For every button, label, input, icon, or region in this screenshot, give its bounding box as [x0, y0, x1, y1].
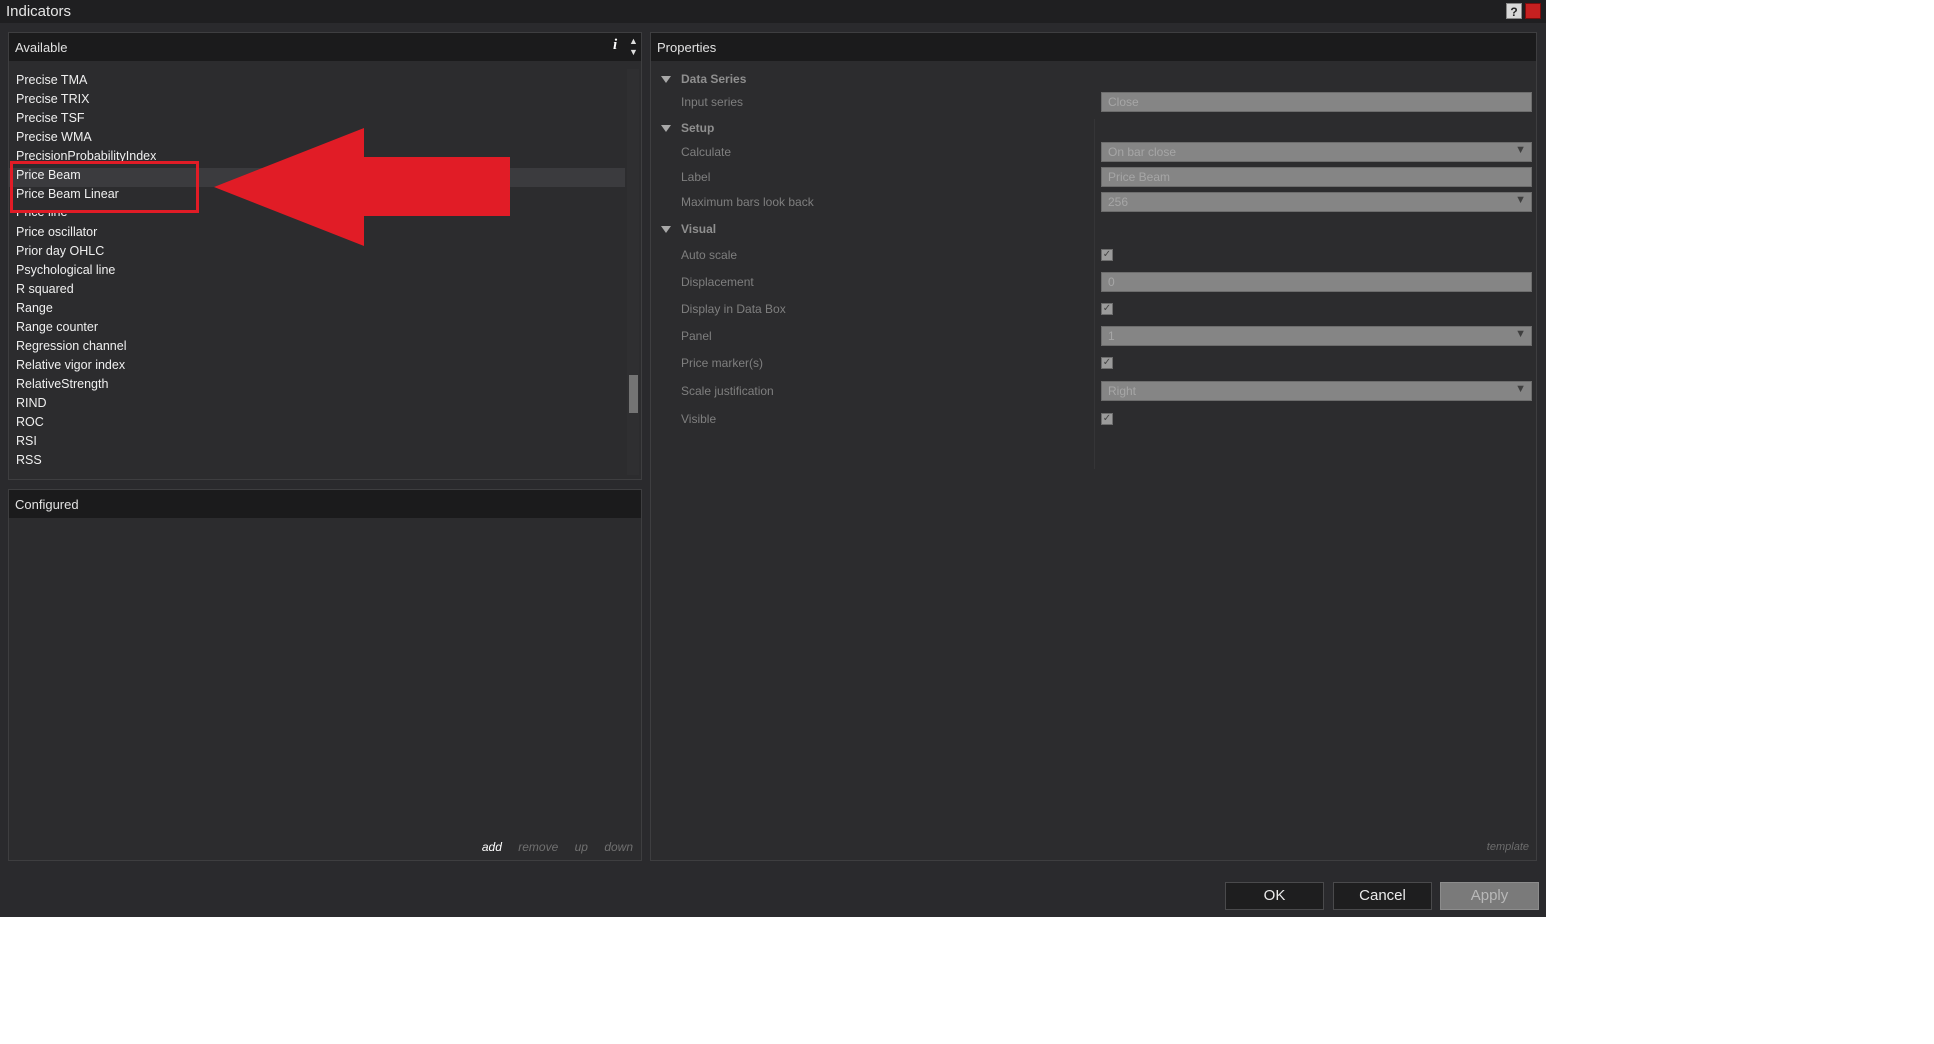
- list-scrollbar[interactable]: [627, 69, 639, 475]
- column-divider[interactable]: [1094, 119, 1095, 469]
- group-setup[interactable]: Setup: [661, 121, 714, 135]
- arrow-shape: [214, 128, 510, 246]
- displacement-label: Displacement: [681, 275, 754, 289]
- max-bars-label: Maximum bars look back: [681, 195, 814, 209]
- group-data-series[interactable]: Data Series: [661, 72, 746, 86]
- list-item[interactable]: Precise WMA: [16, 130, 92, 149]
- group-label: Visual: [681, 222, 717, 236]
- close-button[interactable]: [1525, 3, 1541, 19]
- list-item[interactable]: RSS: [16, 453, 42, 472]
- max-bars-select[interactable]: 256 ▼: [1101, 192, 1532, 212]
- price-markers-label: Price marker(s): [681, 356, 764, 370]
- chevron-down-icon: ▼: [1515, 328, 1526, 340]
- configured-actions: add remove up down: [469, 840, 633, 854]
- list-item[interactable]: Price oscillator: [16, 225, 97, 244]
- max-bars-value: 256: [1108, 195, 1129, 209]
- label-value: Price Beam: [1108, 170, 1171, 184]
- panel-value: 1: [1108, 329, 1115, 343]
- apply-button[interactable]: Apply: [1440, 882, 1539, 910]
- list-item[interactable]: RSI: [16, 434, 37, 453]
- configured-header: Configured: [9, 490, 641, 518]
- configured-title: Configured: [15, 497, 79, 512]
- input-series-label: Input series: [681, 95, 744, 109]
- collapse-triangle-icon[interactable]: [661, 76, 671, 84]
- chevron-down-icon: ▼: [1515, 194, 1526, 206]
- visible-checkbox[interactable]: ✓: [1101, 413, 1113, 425]
- auto-scale-label: Auto scale: [681, 248, 738, 262]
- auto-scale-checkbox[interactable]: ✓: [1101, 249, 1113, 261]
- sort-arrows-icon[interactable]: ▲ ▼: [629, 36, 638, 58]
- up-link[interactable]: up: [575, 840, 588, 854]
- properties-header: Properties: [651, 33, 1536, 61]
- label-field[interactable]: Price Beam: [1101, 167, 1532, 187]
- help-button[interactable]: ?: [1506, 3, 1522, 19]
- label-label: Label: [681, 170, 711, 184]
- calculate-select[interactable]: On bar close ▼: [1101, 142, 1532, 162]
- available-panel: Available i ▲ ▼ Precise TMA Precise TRIX …: [8, 32, 642, 480]
- scrollbar-thumb[interactable]: [629, 375, 638, 413]
- displacement-value: 0: [1108, 275, 1115, 289]
- info-icon[interactable]: i: [613, 37, 617, 54]
- template-link[interactable]: template: [1487, 841, 1529, 853]
- list-item[interactable]: ROC: [16, 415, 44, 434]
- properties-title: Properties: [657, 40, 717, 55]
- calculate-value: On bar close: [1108, 145, 1177, 159]
- highlight-box: [10, 161, 199, 213]
- scale-justification-label: Scale justification: [681, 384, 774, 398]
- group-label: Data Series: [681, 72, 747, 86]
- configured-panel: Configured add remove up down: [8, 489, 642, 861]
- panel-label: Panel: [681, 329, 712, 343]
- remove-link[interactable]: remove: [518, 840, 558, 854]
- scale-justification-select[interactable]: Right ▼: [1101, 381, 1532, 401]
- group-visual[interactable]: Visual: [661, 222, 716, 236]
- window-title: Indicators: [6, 3, 72, 20]
- input-series-value: Close: [1108, 95, 1139, 109]
- display-data-box-label: Display in Data Box: [681, 302, 786, 316]
- chevron-down-icon: ▼: [1515, 383, 1526, 395]
- properties-panel: Properties Data Series Input series Clos…: [650, 32, 1537, 861]
- list-item[interactable]: Range counter: [16, 320, 98, 339]
- list-item[interactable]: Precise TMA: [16, 73, 87, 92]
- list-item[interactable]: RIND: [16, 396, 47, 415]
- chevron-down-icon: ▼: [1515, 144, 1526, 156]
- displacement-field[interactable]: 0: [1101, 272, 1532, 292]
- list-item[interactable]: PrecisionProbabilityIndex: [16, 149, 156, 161]
- price-markers-checkbox[interactable]: ✓: [1101, 357, 1113, 369]
- title-bar: Indicators ?: [0, 0, 1546, 23]
- add-link[interactable]: add: [482, 840, 502, 854]
- list-item[interactable]: Precise TSF: [16, 111, 85, 130]
- list-item[interactable]: Regression channel: [16, 339, 127, 358]
- input-series-field[interactable]: Close: [1101, 92, 1532, 112]
- ok-button[interactable]: OK: [1225, 882, 1324, 910]
- collapse-triangle-icon[interactable]: [661, 226, 671, 234]
- scale-justification-value: Right: [1108, 384, 1137, 398]
- red-arrow-icon: [214, 128, 510, 246]
- list-item[interactable]: R squared: [16, 282, 74, 301]
- list-item[interactable]: Prior day OHLC: [16, 244, 104, 263]
- visible-label: Visible: [681, 412, 717, 426]
- list-item[interactable]: Relative vigor index: [16, 358, 125, 377]
- calculate-label: Calculate: [681, 145, 732, 159]
- list-item[interactable]: RelativeStrength: [16, 377, 108, 396]
- list-item[interactable]: Psychological line: [16, 263, 115, 282]
- group-label: Setup: [681, 121, 715, 135]
- down-link[interactable]: down: [604, 840, 633, 854]
- available-header: Available i ▲ ▼: [9, 33, 641, 61]
- cancel-button[interactable]: Cancel: [1333, 882, 1432, 910]
- collapse-triangle-icon[interactable]: [661, 125, 671, 133]
- panel-select[interactable]: 1 ▼: [1101, 326, 1532, 346]
- list-item[interactable]: Precise TRIX: [16, 92, 89, 111]
- available-title: Available: [15, 40, 68, 55]
- display-data-box-checkbox[interactable]: ✓: [1101, 303, 1113, 315]
- list-item[interactable]: Range: [16, 301, 53, 320]
